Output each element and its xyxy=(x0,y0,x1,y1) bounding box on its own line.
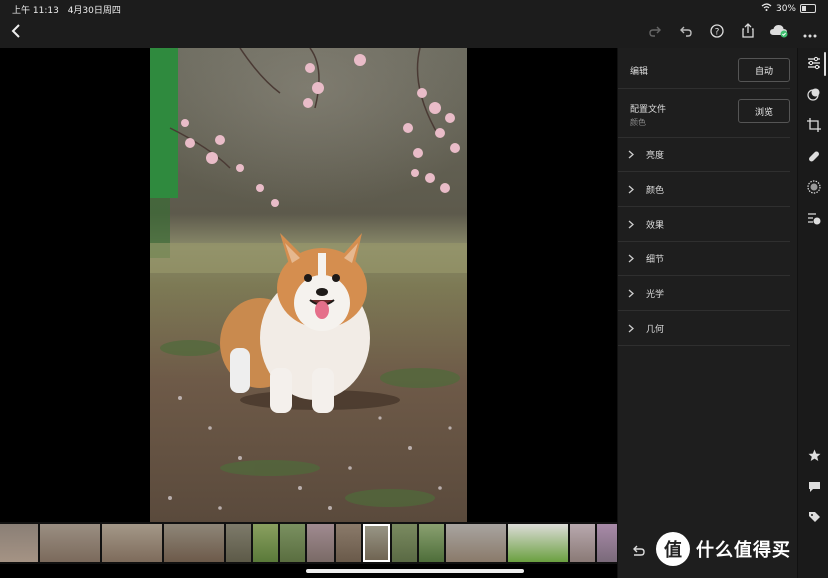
browse-button[interactable]: 浏览 xyxy=(738,99,790,123)
section-label: 光学 xyxy=(646,289,665,300)
wifi-icon xyxy=(761,3,772,14)
section-label: 几何 xyxy=(646,324,665,335)
tag-icon xyxy=(808,509,821,528)
redo-button[interactable] xyxy=(645,22,665,42)
help-icon: ? xyxy=(710,23,724,42)
more-icon xyxy=(803,23,817,42)
comment-button[interactable] xyxy=(804,477,824,497)
cloud-sync-icon xyxy=(769,23,789,42)
crop-icon xyxy=(807,117,821,136)
revert-icon xyxy=(632,542,646,561)
status-bar-right: 30% xyxy=(761,3,816,14)
active-indicator xyxy=(824,52,826,76)
versions-tool-button[interactable] xyxy=(804,209,824,229)
section-label: 效果 xyxy=(646,220,665,231)
photo-viewer[interactable] xyxy=(0,48,617,522)
profile-label: 配置文件 xyxy=(630,105,667,115)
svg-text:?: ? xyxy=(715,27,720,37)
watermark-text: 什么值得买 xyxy=(696,540,791,561)
chevron-right-icon xyxy=(628,150,638,159)
revert-button[interactable] xyxy=(630,542,648,560)
film-thumb[interactable] xyxy=(226,524,251,562)
film-thumb[interactable] xyxy=(307,524,334,562)
film-thumb[interactable] xyxy=(446,524,506,562)
film-thumb[interactable] xyxy=(419,524,444,562)
blur-icon xyxy=(807,179,821,198)
back-button[interactable] xyxy=(6,22,26,42)
edit-tool-button[interactable] xyxy=(804,54,824,74)
edit-panel: 编辑 自动 配置文件 颜色 浏览 亮度 颜色 效果 细节 光学 几何 xyxy=(617,48,798,578)
tool-strip xyxy=(797,48,828,578)
film-thumb[interactable] xyxy=(40,524,100,562)
section-geometry[interactable]: 几何 xyxy=(618,311,790,345)
battery-icon xyxy=(800,4,816,13)
share-icon xyxy=(741,22,755,42)
filmstrip[interactable] xyxy=(0,522,617,564)
healing-icon xyxy=(807,148,821,167)
star-icon xyxy=(808,447,821,466)
section-label: 亮度 xyxy=(646,150,665,161)
comment-icon xyxy=(808,478,821,497)
chevron-right-icon xyxy=(628,324,638,333)
section-label: 颜色 xyxy=(646,185,665,196)
film-thumb[interactable] xyxy=(280,524,305,562)
section-label: 细节 xyxy=(646,254,665,265)
watermark-logo: 值 xyxy=(656,532,690,566)
divider xyxy=(618,345,790,346)
status-bar-left: 上午 11:13 4月30日周四 xyxy=(12,3,127,16)
film-thumb[interactable] xyxy=(102,524,162,562)
share-button[interactable] xyxy=(738,22,758,42)
chevron-right-icon xyxy=(628,185,638,194)
home-indicator[interactable] xyxy=(306,569,524,573)
section-optics[interactable]: 光学 xyxy=(618,276,790,310)
film-thumb[interactable] xyxy=(336,524,361,562)
versions-icon xyxy=(807,210,821,229)
status-date: 4月30日周四 xyxy=(67,6,121,16)
back-icon xyxy=(11,23,21,42)
top-toolbar: 上午 11:13 4月30日周四 30% ? xyxy=(0,0,828,48)
film-thumb[interactable] xyxy=(253,524,278,562)
undo-icon xyxy=(679,23,693,42)
masking-icon xyxy=(807,86,821,105)
film-thumb[interactable] xyxy=(597,524,617,562)
blur-tool-button[interactable] xyxy=(804,178,824,198)
undo-button[interactable] xyxy=(676,22,696,42)
status-time: 上午 11:13 xyxy=(12,6,59,16)
auto-button[interactable]: 自动 xyxy=(738,58,790,82)
chevron-right-icon xyxy=(628,220,638,229)
film-thumb[interactable] xyxy=(570,524,595,562)
masking-tool-button[interactable] xyxy=(804,85,824,105)
photo-corgi[interactable] xyxy=(150,48,467,522)
sliders-icon xyxy=(807,55,821,74)
tag-button[interactable] xyxy=(804,508,824,528)
film-thumb[interactable] xyxy=(392,524,417,562)
chevron-right-icon xyxy=(628,254,638,263)
section-color[interactable]: 颜色 xyxy=(618,172,790,206)
film-thumb[interactable] xyxy=(508,524,568,562)
edit-label: 编辑 xyxy=(630,67,649,77)
battery-percent: 30% xyxy=(775,3,796,14)
film-thumb-selected[interactable] xyxy=(363,524,390,562)
more-button[interactable] xyxy=(800,22,820,42)
film-thumb[interactable] xyxy=(0,524,38,562)
crop-tool-button[interactable] xyxy=(804,116,824,136)
section-detail[interactable]: 细节 xyxy=(618,241,790,275)
section-light[interactable]: 亮度 xyxy=(618,137,790,171)
chevron-right-icon xyxy=(628,289,638,298)
film-thumb[interactable] xyxy=(164,524,224,562)
healing-tool-button[interactable] xyxy=(804,147,824,167)
rating-button[interactable] xyxy=(804,446,824,466)
profile-value: 颜色 xyxy=(630,118,646,127)
help-button[interactable]: ? xyxy=(707,22,727,42)
section-effects[interactable]: 效果 xyxy=(618,207,790,241)
watermark: 值 什么值得买 xyxy=(656,532,791,566)
cloud-sync-button[interactable] xyxy=(769,22,789,42)
divider xyxy=(618,88,790,89)
redo-icon xyxy=(648,23,662,42)
